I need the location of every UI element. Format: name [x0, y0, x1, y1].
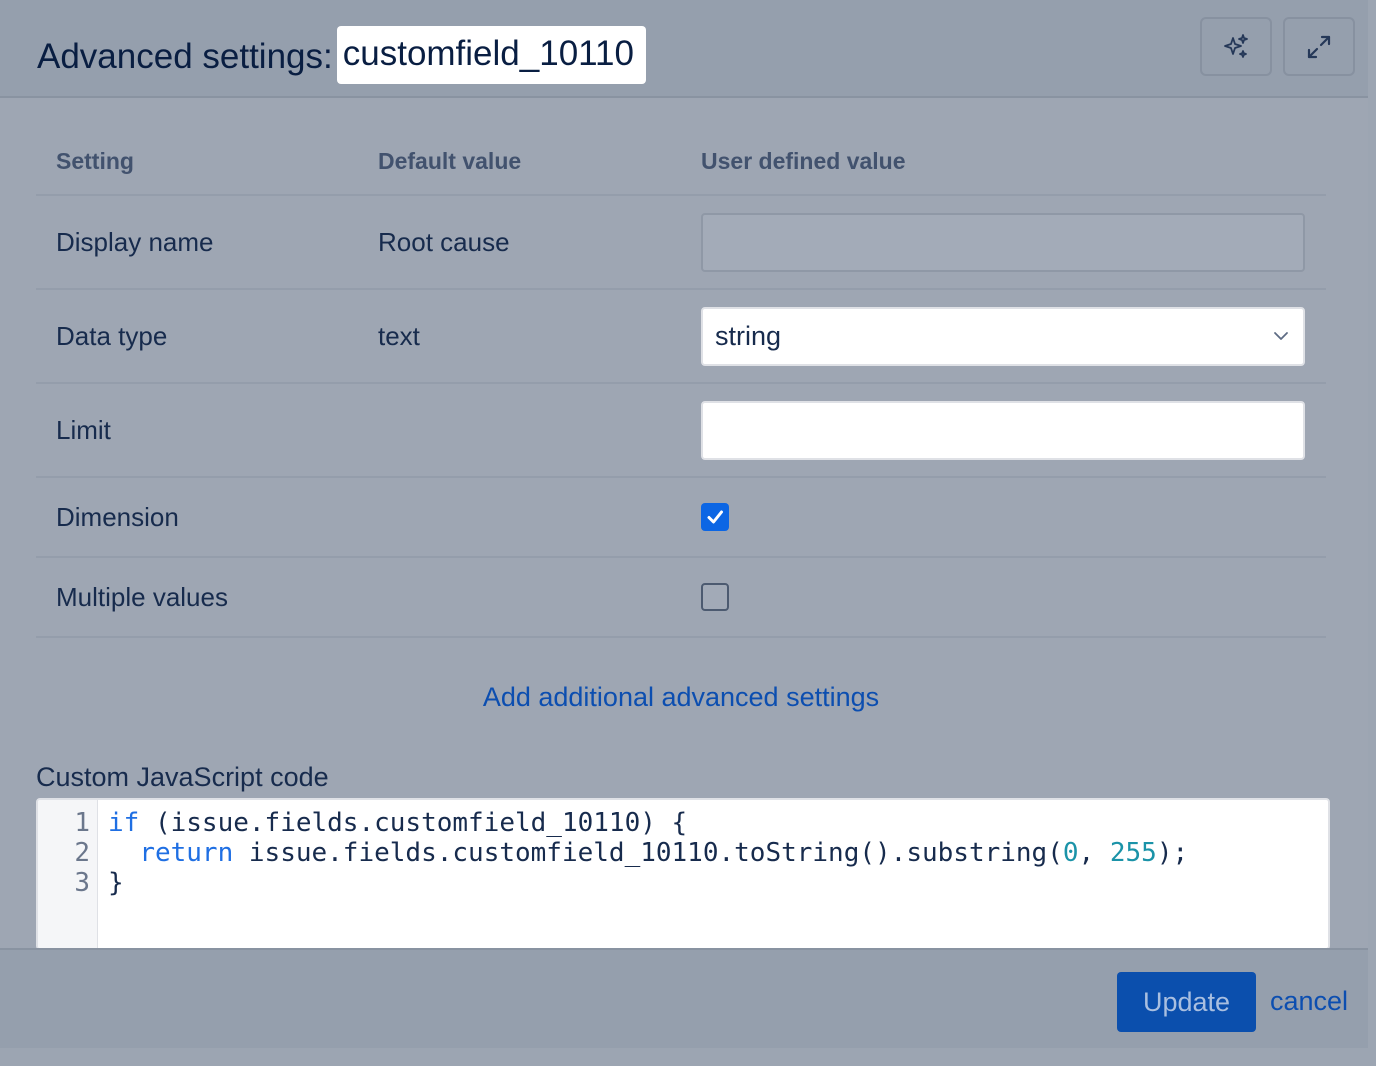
limit-input[interactable]	[701, 400, 1305, 460]
setting-name: Multiple values	[36, 557, 358, 638]
dialog-footer: Update cancel	[0, 948, 1368, 1048]
expand-icon	[1307, 35, 1331, 58]
default-value	[358, 557, 681, 638]
setting-name: Dimension	[36, 477, 358, 558]
ai-assist-button[interactable]	[1200, 17, 1272, 76]
code-number: 0	[1062, 838, 1079, 868]
dialog-header: Advanced settings: customfield_10110	[0, 0, 1368, 98]
table-header-row: Setting Default value User defined value	[36, 140, 1326, 196]
table-row: Multiple values	[36, 557, 1326, 638]
column-header-default: Default value	[358, 140, 681, 196]
user-value-cell	[681, 477, 1326, 558]
table-row: Limit	[36, 383, 1326, 478]
code-line: }	[108, 868, 124, 898]
line-number: 1	[74, 808, 90, 838]
code-line: return issue.fields.customfield_10110.to…	[108, 838, 1188, 868]
line-number-gutter: 1 2 3	[38, 800, 98, 948]
advanced-settings-dialog: Advanced settings: customfield_10110 Set…	[0, 0, 1368, 1048]
code-text: (issue.fields.customfield_10110) {	[139, 808, 688, 838]
code-keyword: if	[108, 808, 140, 838]
column-header-user-value: User defined value	[681, 140, 1326, 196]
default-value	[358, 477, 681, 558]
default-value: Root cause	[358, 195, 681, 290]
cancel-link[interactable]: cancel	[1270, 986, 1348, 1017]
field-key-label: customfield_10110	[336, 26, 646, 84]
display-name-input[interactable]	[701, 212, 1305, 272]
code-keyword: return	[139, 838, 234, 868]
expand-button[interactable]	[1283, 17, 1355, 76]
table-row: Data type text string	[36, 289, 1326, 384]
code-text: }	[108, 868, 124, 898]
dimension-checkbox[interactable]	[701, 503, 729, 531]
code-text: issue.fields.customfield_10110.toString(…	[233, 838, 1063, 868]
user-value-cell	[681, 557, 1326, 638]
default-value	[358, 383, 681, 478]
code-number: 255	[1109, 838, 1157, 868]
code-text: ,	[1078, 838, 1110, 868]
update-button[interactable]: Update	[1117, 972, 1256, 1032]
dialog-title: Advanced settings: customfield_10110	[37, 26, 646, 86]
code-text: );	[1156, 838, 1189, 868]
data-type-selected-value: string	[715, 320, 782, 351]
user-value-cell: string	[681, 289, 1326, 384]
multiple-values-checkbox[interactable]	[701, 583, 729, 611]
line-number: 2	[74, 838, 90, 868]
default-value: text	[358, 289, 681, 384]
title-text: Advanced settings:	[37, 37, 333, 76]
setting-name: Limit	[36, 383, 358, 478]
code-editor-label: Custom JavaScript code	[36, 762, 329, 792]
table-row: Display name Root cause	[36, 195, 1326, 290]
setting-name: Data type	[36, 289, 358, 384]
checkmark-icon	[707, 510, 723, 524]
code-editor[interactable]: 1 2 3 if (issue.fields.customfield_10110…	[36, 798, 1330, 950]
user-value-cell	[681, 195, 1326, 290]
sparkles-icon	[1224, 33, 1248, 58]
chevron-down-icon	[1274, 332, 1288, 340]
setting-name: Display name	[36, 195, 358, 290]
user-value-cell	[681, 383, 1326, 478]
settings-table: Setting Default value User defined value…	[36, 140, 1326, 638]
add-advanced-settings-link[interactable]: Add additional advanced settings	[0, 682, 1362, 713]
table-row: Dimension	[36, 477, 1326, 558]
code-line: if (issue.fields.customfield_10110) {	[108, 808, 687, 838]
line-number: 3	[74, 868, 90, 898]
data-type-select[interactable]: string	[701, 306, 1305, 366]
column-header-setting: Setting	[36, 140, 358, 196]
